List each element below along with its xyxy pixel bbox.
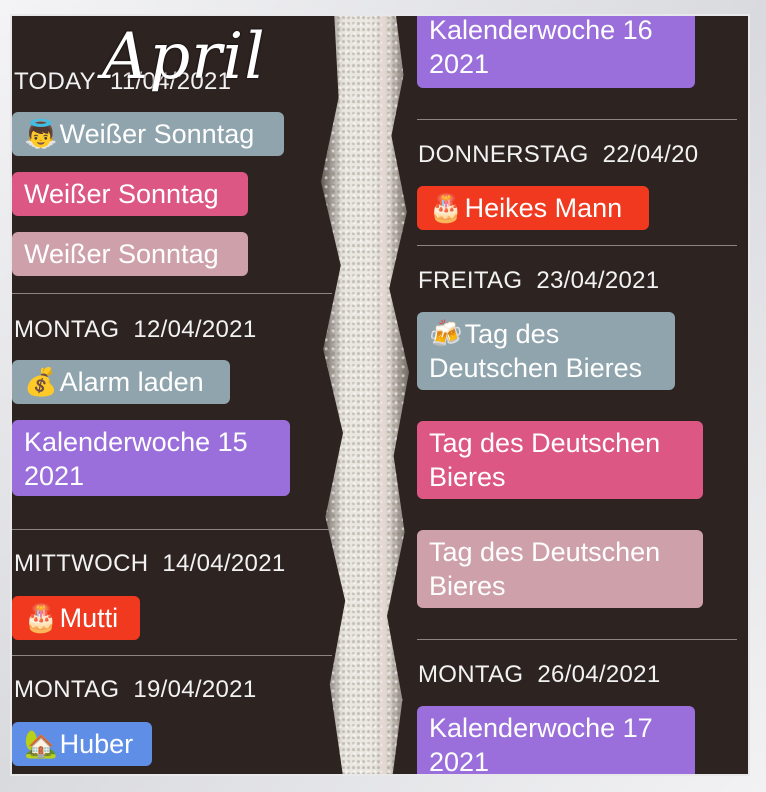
day-label: MITTWOCH: [14, 550, 149, 577]
event-huber[interactable]: 🏡Huber: [12, 722, 152, 766]
day-label: MONTAG: [14, 316, 120, 343]
event-tag-des-deutschen-bieres-2[interactable]: Tag des Deutschen Bieres: [417, 421, 703, 499]
day-label: DONNERSTAG: [418, 141, 589, 168]
event-heikes-mann[interactable]: 🎂Heikes Mann: [417, 186, 649, 230]
event-label: Alarm laden: [59, 367, 204, 397]
day-date: 14/04/2021: [162, 550, 286, 577]
birthday-cake-icon: 🎂: [24, 603, 58, 633]
column-divider: [382, 14, 385, 776]
left-column: TODAY 11/04/2021 👼Weißer Sonntag Weißer S…: [10, 14, 335, 776]
day-date: 22/04/20: [602, 141, 699, 168]
beer-mugs-icon: 🍻: [429, 319, 463, 349]
event-label: Weißer Sonntag: [59, 119, 255, 149]
event-label: Kalenderwoche 17 2021: [429, 713, 653, 776]
day-label: FREITAG: [418, 267, 523, 294]
event-label: Weißer Sonntag: [24, 239, 219, 269]
day-header-montag-12: MONTAG 12/04/2021: [14, 316, 256, 344]
day-label: MONTAG: [14, 676, 120, 703]
day-date: 19/04/2021: [133, 676, 257, 703]
day-label: MONTAG: [418, 661, 524, 688]
right-column: Kalenderwoche 16 2021 DONNERSTAG 22/04/20…: [410, 14, 740, 776]
day-header-montag-19: MONTAG 19/04/2021: [14, 676, 256, 704]
event-weisser-sonntag-3[interactable]: Weißer Sonntag: [12, 232, 248, 276]
day-separator: [417, 639, 737, 640]
day-header-donnerstag-22: DONNERSTAG 22/04/20: [418, 141, 698, 169]
event-label: Heikes Mann: [464, 193, 623, 223]
day-label: TODAY: [14, 68, 96, 95]
day-separator: [417, 119, 737, 120]
angel-icon: 👼: [24, 119, 58, 149]
event-label: Mutti: [59, 603, 119, 633]
day-date: 12/04/2021: [133, 316, 257, 343]
day-separator: [417, 245, 737, 246]
event-weisser-sonntag-1[interactable]: 👼Weißer Sonntag: [12, 112, 284, 156]
event-tag-des-deutschen-bieres-3[interactable]: Tag des Deutschen Bieres: [417, 530, 703, 608]
money-bag-icon: 💰: [24, 367, 58, 397]
event-label: Huber: [59, 729, 134, 759]
event-label: Tag des Deutschen Bieres: [429, 537, 661, 601]
event-label: Kalenderwoche 16 2021: [429, 15, 653, 79]
event-label: Tag des Deutschen Bieres: [429, 428, 661, 492]
house-icon: 🏡: [24, 729, 58, 759]
event-tag-des-deutschen-bieres-1[interactable]: 🍻Tag des Deutschen Bieres: [417, 312, 675, 390]
day-date: 23/04/2021: [536, 267, 660, 294]
day-separator: [10, 529, 332, 530]
day-separator: [10, 655, 332, 656]
day-header-mittwoch-14: MITTWOCH 14/04/2021: [14, 550, 286, 578]
day-header-freitag-23: FREITAG 23/04/2021: [418, 267, 659, 295]
event-mutti[interactable]: 🎂Mutti: [12, 596, 140, 640]
birthday-cake-icon: 🎂: [429, 193, 463, 223]
event-kalenderwoche-15[interactable]: Kalenderwoche 15 2021: [12, 420, 290, 496]
event-weisser-sonntag-2[interactable]: Weißer Sonntag: [12, 172, 248, 216]
day-date: 26/04/2021: [537, 661, 661, 688]
event-alarm-laden[interactable]: 💰Alarm laden: [12, 360, 230, 404]
day-header-montag-26: MONTAG 26/04/2021: [418, 661, 660, 689]
event-kalenderwoche-17[interactable]: Kalenderwoche 17 2021: [417, 706, 695, 776]
calendar-collage: TODAY 11/04/2021 👼Weißer Sonntag Weißer S…: [10, 14, 750, 776]
event-label: Weißer Sonntag: [24, 179, 219, 209]
event-kalenderwoche-16[interactable]: Kalenderwoche 16 2021: [417, 14, 695, 88]
day-separator: [10, 293, 332, 294]
event-label: Kalenderwoche 15 2021: [24, 427, 248, 491]
month-title: April: [102, 20, 266, 94]
